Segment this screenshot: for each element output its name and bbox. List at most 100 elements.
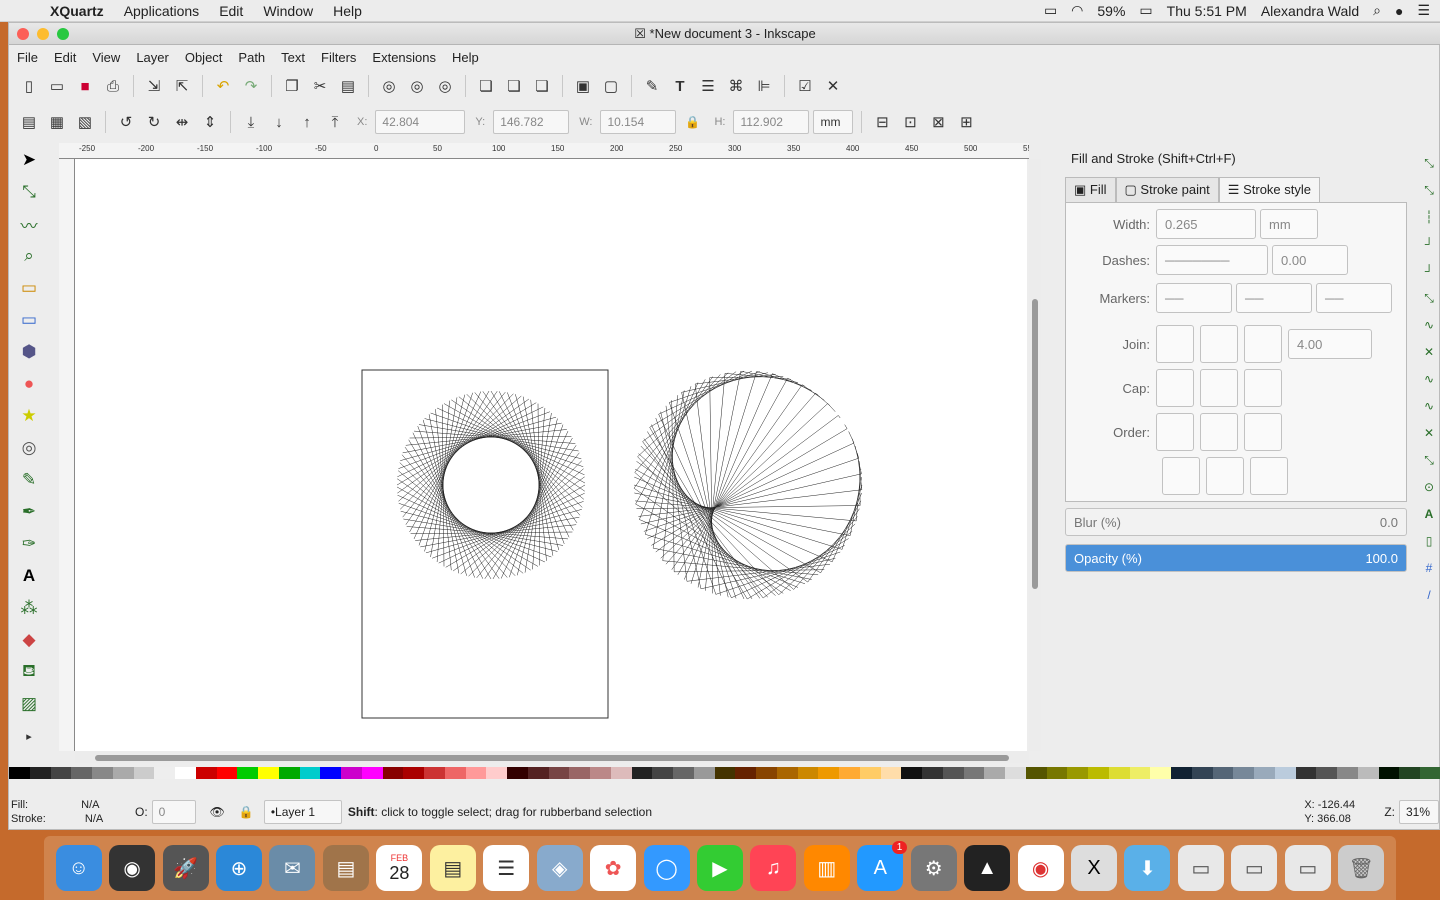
stack-1-icon[interactable]: ▭ [1177, 845, 1224, 891]
snap-enable-icon[interactable]: ⤡ [1420, 156, 1438, 174]
gradient-tool-icon[interactable]: ▨ [14, 689, 44, 719]
color-swatch[interactable] [1316, 767, 1337, 779]
menu-help[interactable]: Help [323, 3, 372, 19]
tweak-tool-icon[interactable]: 〰 [14, 209, 44, 239]
notes-icon[interactable]: ▤ [429, 845, 476, 891]
color-swatch[interactable] [818, 767, 839, 779]
measure-tool-icon[interactable]: ▭ [14, 273, 44, 303]
color-swatch[interactable] [1357, 767, 1379, 779]
menu-edit[interactable]: Edit [209, 3, 253, 19]
color-swatch[interactable] [590, 767, 611, 779]
pen-tool-icon[interactable]: ✒ [14, 497, 44, 527]
menu-object[interactable]: Object [177, 50, 231, 65]
text-tool-icon[interactable]: A [14, 561, 44, 591]
cap-round-button[interactable] [1200, 369, 1238, 407]
color-swatch[interactable] [1171, 767, 1192, 779]
downloads-folder-icon[interactable]: ⬇ [1124, 845, 1171, 891]
color-swatch[interactable] [1129, 767, 1151, 779]
end-marker-select[interactable]: ── [1316, 283, 1392, 313]
group-icon[interactable]: ▣ [571, 74, 595, 98]
menu-help[interactable]: Help [444, 50, 487, 65]
color-swatch[interactable] [71, 767, 92, 779]
close-button[interactable] [17, 28, 29, 40]
airplay-icon[interactable]: ▭ [1044, 2, 1057, 19]
unlink-clone-icon[interactable]: ❏ [530, 74, 554, 98]
align-icon[interactable]: ⊫ [752, 74, 776, 98]
lock-icon[interactable]: 🔒 [680, 110, 704, 134]
open-icon[interactable]: ▭ [45, 74, 69, 98]
zoom-button[interactable] [57, 28, 69, 40]
zoom-input[interactable]: 31% [1399, 800, 1439, 824]
deselect-icon[interactable]: ▧ [73, 110, 97, 134]
snap-bbox-midpoint-icon[interactable]: ┘ [1420, 264, 1438, 282]
color-swatch[interactable] [361, 767, 383, 779]
cut-icon[interactable]: ✂ [308, 74, 332, 98]
color-swatch[interactable] [1378, 767, 1400, 779]
color-swatch[interactable] [112, 767, 134, 779]
paste-icon[interactable]: ▤ [336, 74, 360, 98]
color-swatch[interactable] [548, 767, 570, 779]
node-tool-icon[interactable]: ⤡ [14, 177, 44, 207]
rotate-ccw-icon[interactable]: ↺ [114, 110, 138, 134]
mail-icon[interactable]: ✉ [269, 845, 316, 891]
import-icon[interactable]: ⇲ [142, 74, 166, 98]
color-swatch[interactable] [1150, 767, 1171, 779]
siri-icon[interactable]: ● [1395, 3, 1403, 19]
ellipse-tool-icon[interactable]: ● [14, 369, 44, 399]
menu-view[interactable]: View [84, 50, 128, 65]
color-swatch[interactable] [1212, 767, 1234, 779]
spiral-tool-icon[interactable]: ◎ [14, 433, 44, 463]
color-swatch[interactable] [1254, 767, 1275, 779]
clock[interactable]: Thu 5:51 PM [1167, 3, 1247, 19]
cap-butt-button[interactable] [1156, 369, 1194, 407]
move-patterns-icon[interactable]: ⊞ [954, 110, 978, 134]
snap-nodes-icon[interactable]: ⤡ [1420, 291, 1438, 309]
finder-icon[interactable]: ☺ [55, 845, 102, 891]
color-swatch[interactable] [859, 767, 881, 779]
chrome-icon[interactable]: ◉ [1017, 845, 1064, 891]
color-swatch[interactable] [50, 767, 72, 779]
blur-slider[interactable]: Blur (%) 0.0 [1065, 508, 1407, 536]
maps-icon[interactable]: ◈ [536, 845, 583, 891]
app-store-icon[interactable]: A1 [857, 841, 908, 891]
scale-stroke-icon[interactable]: ⊟ [870, 110, 894, 134]
color-swatch[interactable] [1067, 767, 1088, 779]
color-swatch[interactable] [735, 767, 756, 779]
zoom-page-icon[interactable]: ◎ [433, 74, 457, 98]
ungroup-icon[interactable]: ▢ [599, 74, 623, 98]
color-swatch[interactable] [486, 767, 507, 779]
select-all-icon[interactable]: ▤ [17, 110, 41, 134]
menu-layer[interactable]: Layer [128, 50, 177, 65]
dash-offset-input[interactable]: 0.00 [1272, 245, 1348, 275]
join-miter-button[interactable] [1244, 325, 1282, 363]
color-swatch[interactable] [1399, 767, 1420, 779]
layer-lock-icon[interactable]: 🔒 [239, 805, 254, 819]
color-swatch[interactable] [756, 767, 777, 779]
width-input[interactable]: 0.265 [1156, 209, 1256, 239]
color-swatch[interactable] [1420, 767, 1440, 779]
clone-icon[interactable]: ❏ [502, 74, 526, 98]
flip-horizontal-icon[interactable]: ⇹ [170, 110, 194, 134]
color-swatch[interactable] [922, 767, 943, 779]
color-swatch[interactable] [797, 767, 819, 779]
snap-bbox-edge-icon[interactable]: ┆ [1420, 210, 1438, 228]
trash-icon[interactable]: 🗑 [1338, 845, 1385, 891]
messages-icon[interactable]: ◯ [643, 845, 690, 891]
color-swatch[interactable] [382, 767, 404, 779]
lower-icon[interactable]: ↓ [267, 110, 291, 134]
books-icon[interactable]: ▥ [803, 845, 850, 891]
cap-square-button[interactable] [1244, 369, 1282, 407]
color-swatch[interactable] [1088, 767, 1109, 779]
order-markers-fill-button[interactable] [1250, 457, 1288, 495]
bucket-tool-icon[interactable]: ⛾ [14, 657, 44, 687]
calligraphy-tool-icon[interactable]: ✑ [14, 529, 44, 559]
menu-extensions[interactable]: Extensions [364, 50, 444, 65]
rectangle-tool-icon[interactable]: ▭ [14, 305, 44, 335]
color-swatch[interactable] [154, 767, 175, 779]
color-swatch[interactable] [92, 767, 113, 779]
color-swatch[interactable] [673, 767, 694, 779]
pencil-tool-icon[interactable]: ✎ [14, 465, 44, 495]
mid-marker-select[interactable]: ── [1236, 283, 1312, 313]
order-fill-markers-button[interactable] [1244, 413, 1282, 451]
order-normal-button[interactable] [1156, 413, 1194, 451]
